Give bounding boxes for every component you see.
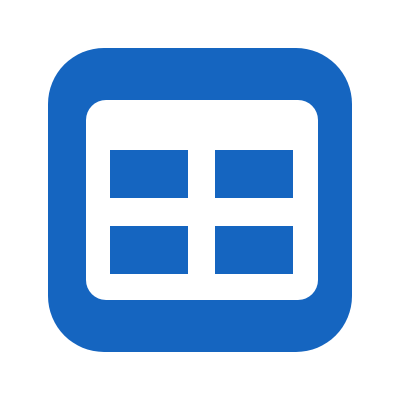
icon-canvas	[0, 0, 400, 400]
grid-cell-top-left	[110, 150, 188, 198]
grid-cell-bottom-left	[110, 226, 188, 274]
grid-cell-bottom-right	[215, 226, 293, 274]
grid-cell-top-right	[215, 150, 293, 198]
